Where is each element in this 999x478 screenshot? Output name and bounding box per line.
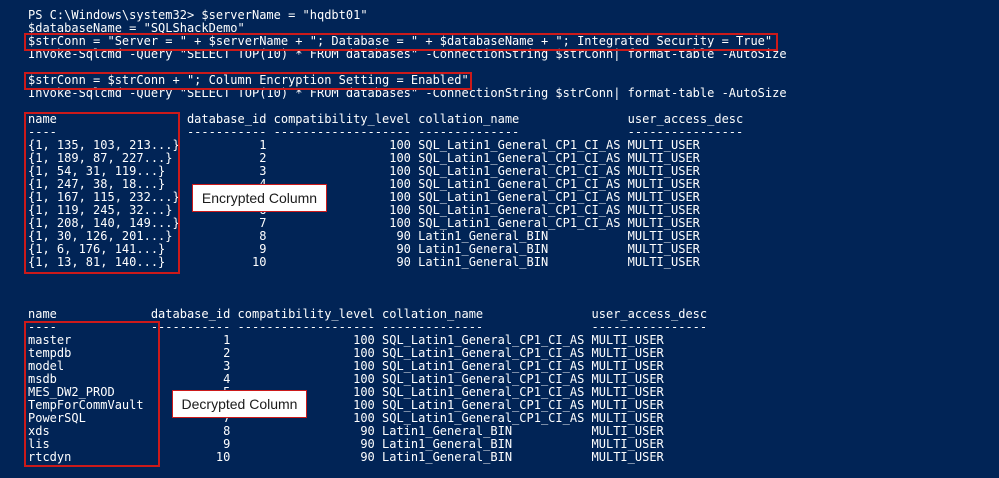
encrypted-column-label: Encrypted Column — [192, 184, 327, 212]
highlight-encrypted-column — [24, 112, 180, 274]
decrypted-column-label: Decrypted Column — [172, 390, 307, 418]
highlight-encryption-setting — [24, 72, 472, 90]
highlight-connection-string — [24, 33, 778, 51]
highlight-decrypted-column — [24, 321, 160, 467]
